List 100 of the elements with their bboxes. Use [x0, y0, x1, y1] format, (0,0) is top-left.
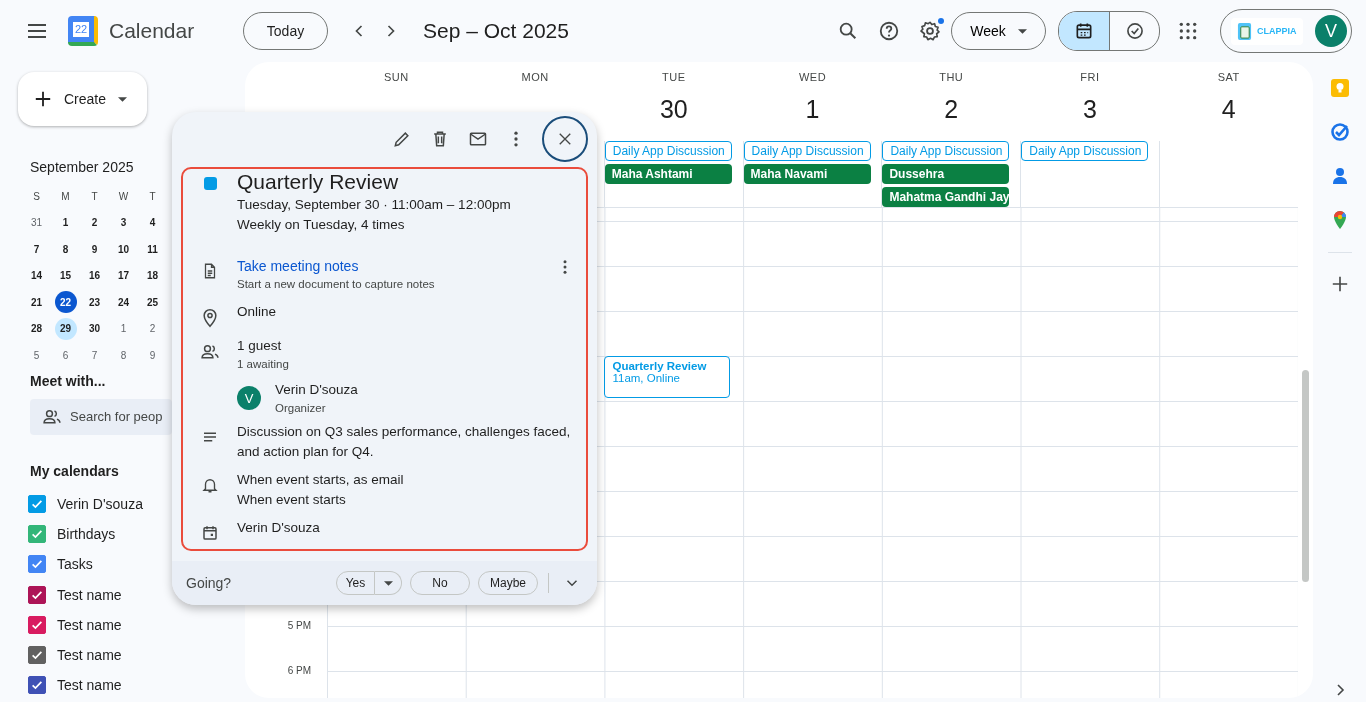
scrollbar[interactable]	[1302, 370, 1309, 582]
mini-calendar-day[interactable]: 25	[141, 291, 164, 314]
weekday-label: T	[148, 189, 157, 204]
calendar-name: Test name	[57, 647, 122, 664]
event-description: Discussion on Q3 sales performance, challenges faced, and action plan for Q4.	[237, 423, 572, 461]
holiday-chip[interactable]: Dussehra	[882, 164, 1010, 184]
event-date-time: Tuesday, September 30 · 11:00am – 12:00pm	[237, 196, 512, 214]
weekday-label: T	[90, 189, 99, 204]
calendar-logo: 22	[68, 16, 98, 46]
mini-calendar-day[interactable]: 4	[141, 211, 164, 234]
weekday-label: TUE	[662, 71, 686, 83]
people-icon	[200, 342, 220, 362]
account-avatar: V	[1315, 15, 1347, 47]
weekday-label: W	[117, 189, 130, 204]
caret-icon	[118, 96, 128, 102]
mini-calendar-day[interactable]: 14	[25, 264, 48, 287]
event-location: Online	[237, 303, 278, 321]
mini-calendar-day[interactable]: 8	[54, 238, 77, 261]
rsvp-prompt: Going?	[186, 575, 232, 591]
event-recurrence: Weekly on Tuesday, 4 times	[237, 216, 406, 234]
checkbox[interactable]	[28, 494, 46, 513]
mini-calendar-day[interactable]: 7	[83, 344, 106, 367]
guest-name: Verin D'souza	[275, 381, 359, 399]
calendar-name: Verin D'souza	[57, 495, 143, 512]
task-check-icon[interactable]	[1329, 122, 1350, 142]
app-title: Calendar	[109, 19, 196, 43]
edit-icon[interactable]	[392, 129, 412, 149]
caret-icon	[383, 580, 393, 586]
mini-calendar-day[interactable]: 8	[112, 344, 135, 367]
weekday-label: M	[60, 189, 71, 204]
apps-grid-icon[interactable]	[1178, 21, 1198, 41]
mini-calendar-day[interactable]: 23	[83, 291, 106, 314]
day-number[interactable]: 1	[805, 95, 820, 127]
plus-icon[interactable]	[1330, 275, 1349, 293]
calendar-view-button[interactable]	[1059, 12, 1109, 50]
weekday-label: S	[32, 189, 41, 204]
guest-avatar: V	[237, 386, 261, 410]
date-range-title: Sep – Oct 2025	[423, 19, 569, 43]
guest-count: 1 guest	[237, 337, 283, 355]
people-search-field[interactable]: Search for peop	[30, 398, 172, 435]
check-circle-icon	[1124, 21, 1145, 41]
mini-calendar-day[interactable]: 21	[25, 291, 48, 314]
mini-calendar-day[interactable]: 24	[112, 291, 135, 314]
event-title: Quarterly Review	[612, 360, 708, 372]
email-icon[interactable]	[468, 129, 488, 149]
calendar-icon	[201, 524, 219, 542]
weekday-label: THU	[939, 71, 964, 83]
checkbox[interactable]	[28, 646, 46, 665]
mini-calendar-day[interactable]: 11	[141, 238, 164, 261]
search-icon[interactable]	[837, 20, 859, 42]
mini-calendar-day[interactable]: 16	[83, 264, 106, 287]
event-detail: 11am, Online	[612, 372, 681, 384]
weekday-label: SUN	[384, 71, 409, 83]
mini-calendar-day[interactable]: 15	[54, 264, 77, 287]
holiday-chip[interactable]: Maha Navami	[743, 164, 871, 184]
calendar-name: Test name	[57, 677, 122, 694]
calendar-icon	[1074, 21, 1094, 41]
mini-calendar-day[interactable]: 5	[25, 344, 48, 367]
checkbox[interactable]	[28, 555, 46, 574]
checkbox[interactable]	[28, 585, 46, 604]
mini-calendar-day[interactable]: 30	[83, 317, 106, 340]
holiday-chip[interactable]: Maha Ashtami	[604, 164, 732, 184]
calendar-name: Test name	[57, 616, 122, 633]
caret-icon	[1017, 28, 1027, 34]
help-icon[interactable]	[878, 20, 900, 42]
event-title: Quarterly Review	[237, 169, 400, 195]
mini-calendar-day[interactable]: 9	[83, 238, 106, 261]
mini-calendar-day[interactable]: 1	[54, 211, 77, 234]
reminder-text: When event starts	[237, 491, 347, 509]
mini-calendar-day[interactable]: 7	[25, 238, 48, 261]
mini-calendar-day[interactable]: 28	[25, 317, 48, 340]
close-button[interactable]	[542, 116, 588, 162]
hour-label: 5 PM	[287, 620, 311, 631]
hour-label: 6 PM	[287, 665, 311, 676]
mini-calendar-day[interactable]: 18	[141, 264, 164, 287]
mini-calendar-day[interactable]: 17	[112, 264, 135, 287]
mini-calendar-day[interactable]: 9	[141, 344, 164, 367]
mini-calendar-day[interactable]: 2	[141, 317, 164, 340]
mini-calendar-day[interactable]: 3	[112, 211, 135, 234]
create-button[interactable]: Create	[18, 72, 147, 126]
mini-calendar-day[interactable]: 2	[83, 211, 106, 234]
mini-calendar-day[interactable]: 29	[54, 317, 77, 340]
checkbox[interactable]	[28, 615, 46, 634]
day-number[interactable]: 30	[659, 95, 688, 127]
day-number[interactable]: 2	[944, 95, 959, 127]
calendar-name: Tasks	[57, 556, 93, 573]
holiday-chip[interactable]: Mahatma Gandhi Jay	[882, 187, 1010, 207]
mini-calendar-day[interactable]: 6	[54, 344, 77, 367]
take-notes-link[interactable]: Take meeting notes	[237, 258, 359, 274]
mini-calendar-day[interactable]: 1	[112, 317, 135, 340]
mini-calendar-day[interactable]: 31	[25, 211, 48, 234]
checkbox[interactable]	[28, 676, 46, 695]
guest-status: 1 awaiting	[237, 357, 290, 372]
day-number[interactable]: 3	[1083, 95, 1097, 127]
checkbox[interactable]	[28, 524, 46, 543]
mini-calendar-day[interactable]: 22	[54, 291, 77, 314]
settings-icon[interactable]	[919, 20, 941, 42]
section-title: Meet with...	[30, 372, 106, 389]
day-number[interactable]: 4	[1221, 95, 1236, 127]
mini-calendar-day[interactable]: 10	[112, 238, 135, 261]
